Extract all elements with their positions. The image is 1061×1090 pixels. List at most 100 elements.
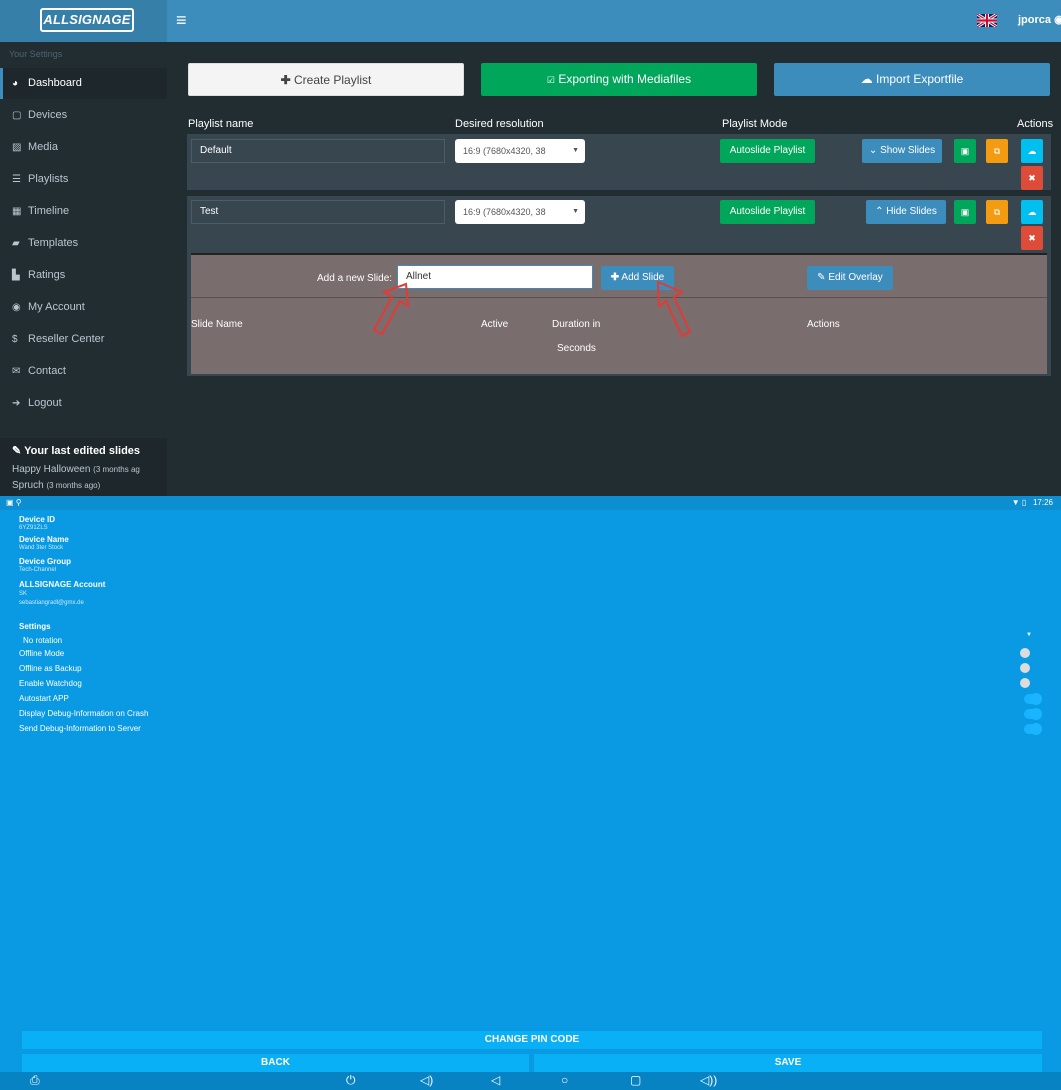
back-nav-icon[interactable]: ◁	[491, 1073, 500, 1087]
caret-down-icon[interactable]: ▼	[1026, 632, 1032, 638]
chevron-up-icon: ⌃	[875, 206, 884, 217]
last-edited-item[interactable]: Spruch (3 months ago)	[12, 480, 100, 491]
autostart-switch[interactable]	[1024, 693, 1042, 705]
offline-mode-switch[interactable]	[1020, 648, 1030, 658]
sidebar-item-media[interactable]: ▨ Media	[0, 132, 167, 163]
account-short-value: SK	[19, 591, 28, 597]
last-edited-item-name: Happy Halloween	[12, 464, 91, 475]
settings-label: Settings	[19, 622, 51, 631]
menu-toggle-icon[interactable]: ≡	[176, 10, 187, 31]
volume-up-icon[interactable]: ◁))	[700, 1073, 717, 1087]
web-admin-panel: ALLSIGNAGE ≡ jporca ◉ Your Settings ◕ Das…	[0, 0, 1061, 496]
sidebar-item-devices[interactable]: ▢ Devices	[0, 100, 167, 131]
bar-chart-icon: ▙	[12, 270, 20, 281]
sidebar-item-playlists[interactable]: ☰ Playlists	[0, 164, 167, 195]
sidebar-item-label: Timeline	[28, 205, 70, 217]
copy-icon[interactable]: ⧉	[986, 200, 1008, 224]
copy-icon[interactable]: ⧉	[986, 139, 1008, 163]
new-slide-name-input[interactable]: Allnet	[397, 265, 593, 289]
last-edited-title: ✎ Your last edited slides	[12, 444, 140, 457]
cloud-upload-icon[interactable]: ☁	[1021, 200, 1043, 224]
resolution-value: 16:9 (7680x4320, 38	[463, 146, 546, 156]
playlist-name-input[interactable]: Default	[191, 139, 445, 163]
playlist-mode-button[interactable]: Autoslide Playlist	[720, 139, 815, 163]
resolution-value: 16:9 (7680x4320, 38	[463, 207, 546, 217]
divider	[191, 297, 1047, 298]
slide-header-name: Slide Name	[191, 319, 243, 330]
offline-backup-switch[interactable]	[1020, 663, 1030, 673]
last-edited-slides: ✎ Your last edited slides Happy Hallowee…	[0, 438, 167, 496]
save-button[interactable]: SAVE	[534, 1054, 1042, 1072]
edit-icon: ✎	[817, 272, 826, 283]
save-icon[interactable]: ▣	[954, 139, 976, 163]
column-header-mode: Playlist Mode	[722, 118, 788, 130]
delete-icon[interactable]: ✖	[1021, 166, 1043, 190]
edit-overlay-button[interactable]: ✎ Edit Overlay	[807, 266, 893, 290]
user-icon: ◉	[12, 302, 21, 313]
dollar-icon: $	[12, 334, 18, 345]
sidebar-item-label: Contact	[28, 365, 66, 377]
volume-down-icon[interactable]: ◁)	[420, 1073, 433, 1087]
setting-watchdog-label: Enable Watchdog	[19, 679, 82, 688]
last-edited-item[interactable]: Happy Halloween (3 months ag	[12, 464, 140, 475]
create-playlist-button[interactable]: ✚ Create Playlist	[188, 63, 464, 96]
rotation-select[interactable]: No rotation	[23, 636, 62, 645]
last-edited-item-ago: (3 months ag	[93, 465, 140, 474]
hide-slides-label: Hide Slides	[886, 206, 937, 217]
sidebar-item-dashboard[interactable]: ◕ Dashboard	[0, 68, 167, 99]
slide-header-active: Active	[481, 319, 509, 330]
back-button[interactable]: BACK	[22, 1054, 529, 1072]
caret-down-icon: ▼	[572, 208, 579, 215]
setting-debug-crash-label: Display Debug-Information on Crash	[19, 709, 149, 718]
delete-icon[interactable]: ✖	[1021, 226, 1043, 250]
screenshot-icon[interactable]: ⎙	[30, 1073, 40, 1088]
resolution-select[interactable]: 16:9 (7680x4320, 38 ▼	[455, 200, 585, 224]
import-exportfile-button[interactable]: ☁ Import Exportfile	[774, 63, 1050, 96]
sidebar-heading: Your Settings	[9, 49, 63, 59]
annotation-arrow-input	[372, 282, 410, 336]
hide-slides-button[interactable]: ⌃ Hide Slides	[866, 200, 946, 224]
sidebar-item-ratings[interactable]: ▙ Ratings	[0, 260, 167, 291]
user-menu[interactable]: jporca ◉	[1018, 13, 1061, 26]
chevron-down-icon: ⌄	[868, 145, 878, 156]
home-icon[interactable]: ○	[561, 1073, 568, 1087]
playlist-mode-button[interactable]: Autoslide Playlist	[720, 200, 815, 224]
cloud-upload-icon[interactable]: ☁	[1021, 139, 1043, 163]
caret-down-icon: ▼	[572, 147, 579, 154]
sidebar-item-contact[interactable]: ✉ Contact	[0, 356, 167, 387]
resolution-select[interactable]: 16:9 (7680x4320, 38 ▼	[455, 139, 585, 163]
column-header-actions: Actions	[1017, 118, 1054, 130]
power-icon[interactable]: ⏻	[346, 1073, 356, 1088]
sidebar-item-reseller-center[interactable]: $ Reseller Center	[0, 324, 167, 355]
device-name-value: Wand 3ter Stock	[19, 545, 64, 551]
slides-panel: Add a new Slide: Allnet ✚ Add Slide ✎ Ed…	[191, 253, 1047, 374]
show-slides-button[interactable]: ⌄ Show Slides	[862, 139, 942, 163]
setting-offline-backup-label: Offline as Backup	[19, 664, 82, 673]
brand-logo[interactable]: ALLSIGNAGE	[40, 8, 134, 32]
watchdog-switch[interactable]	[1020, 678, 1030, 688]
debug-crash-switch[interactable]	[1024, 708, 1042, 720]
slide-header-actions: Actions	[807, 319, 840, 330]
exporting-label: Exporting with Mediafiles	[558, 72, 692, 86]
device-id-label: Device ID	[19, 515, 56, 524]
show-slides-label: Show Slides	[880, 145, 936, 156]
recents-icon[interactable]: ▢	[630, 1073, 641, 1087]
uk-flag-icon[interactable]	[977, 14, 997, 27]
last-edited-item-ago: (3 months ago)	[46, 481, 101, 490]
cloud-upload-icon: ☁	[860, 72, 873, 86]
exporting-with-mediafiles-button[interactable]: ☑ Exporting with Mediafiles	[481, 63, 757, 96]
slide-header-duration: Duration in	[552, 319, 601, 330]
sidebar-item-logout[interactable]: ➔ Logout	[0, 388, 167, 419]
debug-server-switch[interactable]	[1024, 723, 1042, 735]
sidebar-item-label: Playlists	[28, 173, 69, 185]
change-pin-button[interactable]: CHANGE PIN CODE	[22, 1031, 1042, 1049]
sidebar-item-timeline[interactable]: ▦ Timeline	[0, 196, 167, 227]
playlist-name-input[interactable]: Test	[191, 200, 445, 224]
sidebar-item-templates[interactable]: ▰ Templates	[0, 228, 167, 259]
sidebar-item-label: Templates	[28, 237, 79, 249]
setting-autostart-label: Autostart APP	[19, 694, 69, 703]
top-navbar: ALLSIGNAGE ≡ jporca ◉	[0, 0, 1061, 42]
sidebar-item-my-account[interactable]: ◉ My Account	[0, 292, 167, 323]
save-icon[interactable]: ▣	[954, 200, 976, 224]
image-icon: ▨	[12, 142, 22, 153]
